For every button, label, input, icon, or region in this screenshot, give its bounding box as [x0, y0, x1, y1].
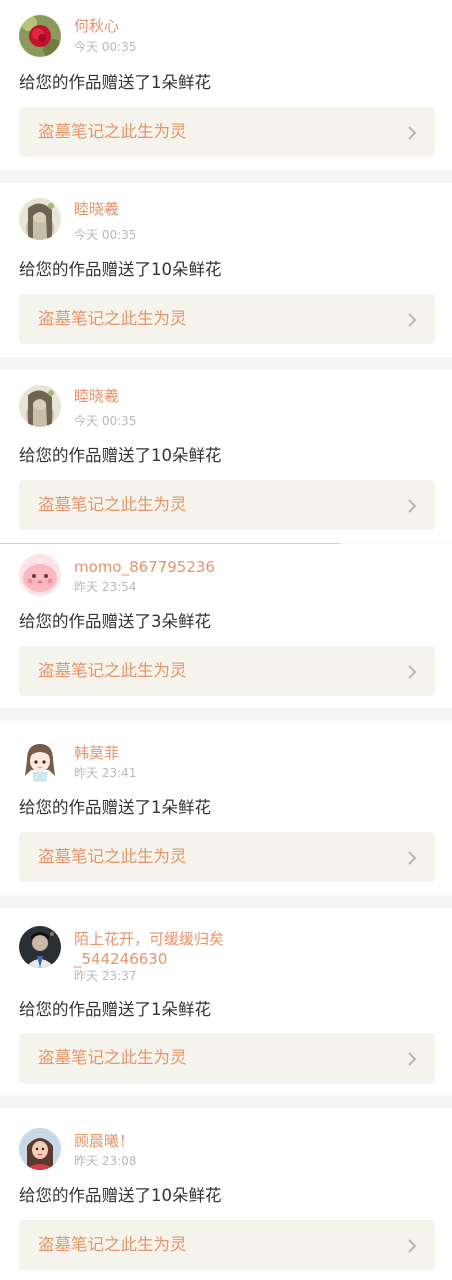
user-avatar[interactable]	[19, 385, 61, 427]
username[interactable]: 陌上花开，可缓缓归矣_544246630	[74, 929, 234, 969]
notification-feed: 何秋心 今天 00:35 给您的作品赠送了1朵鲜花 盗墓笔记之此生为灵 睦晓羲 …	[0, 0, 452, 1280]
timestamp: 今天 00:35	[74, 414, 137, 428]
username[interactable]: 何秋心	[74, 16, 244, 36]
username[interactable]: 睦晓羲	[74, 386, 244, 406]
girl-photo-avatar-icon	[19, 1128, 61, 1170]
gift-message: 给您的作品赠送了3朵鲜花	[19, 612, 211, 631]
work-title: 盗墓笔记之此生为灵	[38, 847, 187, 866]
cartoon-girl-avatar-icon	[19, 740, 61, 782]
work-link[interactable]: 盗墓笔记之此生为灵	[19, 1033, 435, 1083]
notification-card: 韩莫菲 昨天 23:41 给您的作品赠送了1朵鲜花 盗墓笔记之此生为灵	[0, 721, 452, 895]
username[interactable]: 韩莫菲	[74, 743, 244, 763]
work-title: 盗墓笔记之此生为灵	[38, 661, 187, 680]
username[interactable]: momo_867795236	[74, 557, 274, 577]
user-avatar[interactable]	[19, 198, 61, 240]
gift-message: 给您的作品赠送了10朵鲜花	[19, 260, 222, 279]
work-link[interactable]: 盗墓笔记之此生为灵	[19, 107, 435, 157]
work-title: 盗墓笔记之此生为灵	[38, 1048, 187, 1067]
work-title: 盗墓笔记之此生为灵	[38, 495, 187, 514]
user-avatar[interactable]	[19, 554, 61, 596]
user-avatar[interactable]	[19, 926, 61, 968]
username[interactable]: 睦晓羲	[74, 199, 244, 219]
username[interactable]: 顾晨曦！	[74, 1131, 244, 1151]
work-link[interactable]: 盗墓笔记之此生为灵	[19, 832, 435, 882]
chevron-right-icon	[408, 665, 417, 679]
user-avatar[interactable]	[19, 1128, 61, 1170]
red-rose-avatar-icon	[19, 15, 61, 57]
timestamp: 今天 00:35	[74, 40, 137, 54]
chevron-right-icon	[408, 313, 417, 327]
notification-card: 陌上花开，可缓缓归矣_544246630 昨天 23:37 给您的作品赠送了1朵…	[0, 908, 452, 1095]
timestamp: 昨天 23:37	[74, 969, 137, 983]
work-link[interactable]: 盗墓笔记之此生为灵	[19, 480, 435, 530]
notification-card: 睦晓羲 今天 00:35 给您的作品赠送了10朵鲜花 盗墓笔记之此生为灵	[0, 183, 452, 357]
chevron-right-icon	[408, 1052, 417, 1066]
gift-message: 给您的作品赠送了1朵鲜花	[19, 73, 211, 92]
work-title: 盗墓笔记之此生为灵	[38, 1235, 187, 1254]
gift-message: 给您的作品赠送了10朵鲜花	[19, 446, 222, 465]
chevron-right-icon	[408, 1239, 417, 1253]
work-title: 盗墓笔记之此生为灵	[38, 122, 187, 141]
work-link[interactable]: 盗墓笔记之此生为灵	[19, 646, 435, 696]
gift-message: 给您的作品赠送了1朵鲜花	[19, 1000, 211, 1019]
ancient-style-girl-avatar-icon	[19, 198, 61, 240]
work-title: 盗墓笔记之此生为灵	[38, 309, 187, 328]
notification-card: 何秋心 今天 00:35 给您的作品赠送了1朵鲜花 盗墓笔记之此生为灵	[0, 0, 452, 170]
dark-portrait-avatar-icon	[19, 926, 61, 968]
timestamp: 今天 00:35	[74, 228, 137, 242]
gift-message: 给您的作品赠送了1朵鲜花	[19, 798, 211, 817]
notification-card: momo_867795236 昨天 23:54 给您的作品赠送了3朵鲜花 盗墓笔…	[0, 544, 452, 708]
chevron-right-icon	[408, 126, 417, 140]
notification-card: 顾晨曦！ 昨天 23:08 给您的作品赠送了10朵鲜花 盗墓笔记之此生为灵	[0, 1108, 452, 1280]
timestamp: 昨天 23:08	[74, 1154, 137, 1168]
user-avatar[interactable]	[19, 15, 61, 57]
chevron-right-icon	[408, 851, 417, 865]
notification-card: 睦晓羲 今天 00:35 给您的作品赠送了10朵鲜花 盗墓笔记之此生为灵	[0, 370, 452, 543]
ancient-style-girl-avatar-icon	[19, 385, 61, 427]
timestamp: 昨天 23:54	[74, 580, 137, 594]
work-link[interactable]: 盗墓笔记之此生为灵	[19, 1220, 435, 1270]
timestamp: 昨天 23:41	[74, 766, 137, 780]
work-link[interactable]: 盗墓笔记之此生为灵	[19, 294, 435, 344]
chevron-right-icon	[408, 499, 417, 513]
user-avatar[interactable]	[19, 740, 61, 782]
pink-blob-avatar-icon	[19, 554, 61, 596]
gift-message: 给您的作品赠送了10朵鲜花	[19, 1186, 222, 1205]
